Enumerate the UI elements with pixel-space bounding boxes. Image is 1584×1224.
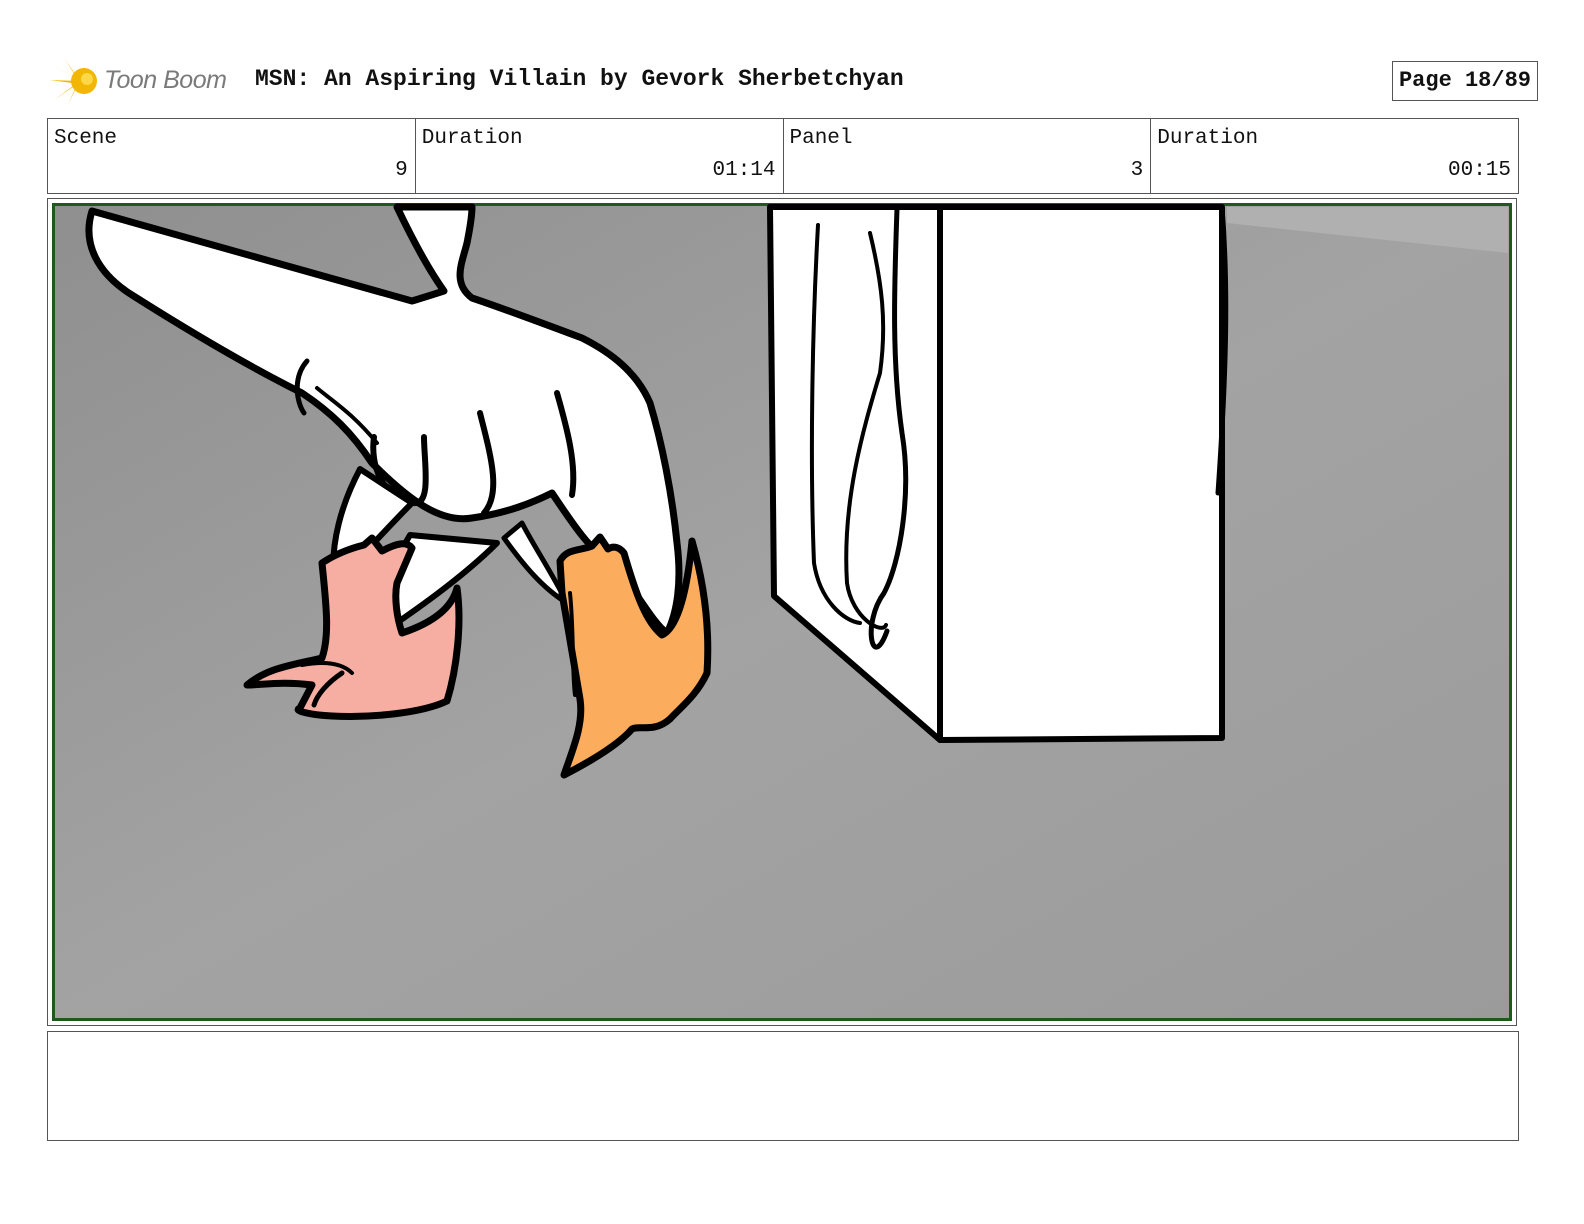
- panel-duration-label: Duration: [1157, 127, 1259, 150]
- scene-info-row: Scene 9 Duration 01:14 Panel 3 Duration …: [47, 118, 1519, 194]
- scene-duration-label: Duration: [421, 127, 523, 150]
- panel-value: 3: [1130, 159, 1144, 182]
- storyboard-panel-frame: [47, 198, 1517, 1026]
- panel-cell: Panel 3: [784, 119, 1152, 193]
- scene-duration-value: 01:14: [712, 159, 776, 182]
- page-header: Toon Boom MSN: An Aspiring Villain by Ge…: [50, 54, 1538, 106]
- toon-boom-burst-icon: [50, 58, 97, 104]
- scene-cell: Scene 9: [48, 119, 416, 193]
- storyboard-panel-drawing: [52, 203, 1512, 1021]
- scene-label: Scene: [54, 127, 118, 150]
- document-title: MSN: An Aspiring Villain by Gevork Sherb…: [255, 66, 904, 92]
- logo-wordmark: Toon Boom: [104, 66, 227, 94]
- panel-caption-box: [47, 1031, 1519, 1141]
- panel-duration-value: 00:15: [1447, 159, 1511, 182]
- scene-value: 9: [395, 159, 408, 182]
- panel-label: Panel: [789, 127, 853, 150]
- panel-duration-cell: Duration 00:15: [1151, 119, 1518, 193]
- toon-boom-logo: Toon Boom: [50, 56, 240, 106]
- page-indicator: Page 18/89: [1391, 61, 1538, 101]
- scene-duration-cell: Duration 01:14: [416, 119, 784, 193]
